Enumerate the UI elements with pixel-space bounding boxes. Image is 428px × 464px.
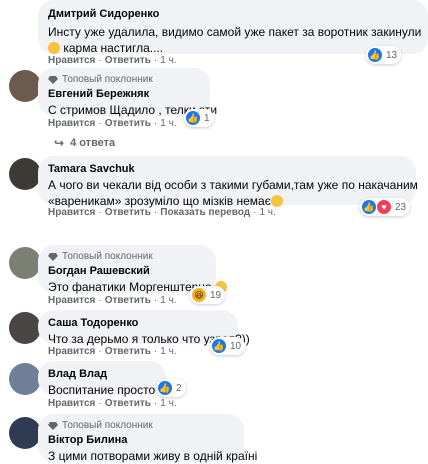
comment-text: З цими потворами живу в одній країні: [48, 449, 258, 463]
comment-bubble: Топовый поклонник Евгений Бережняк С стр…: [38, 68, 218, 117]
gem-icon: [48, 253, 58, 261]
like-button[interactable]: Нравится: [48, 118, 95, 129]
timestamp[interactable]: 1 ч.: [259, 207, 275, 218]
reply-arrow-icon: ↪: [54, 136, 65, 150]
laugh-emoji-icon: [270, 195, 283, 207]
timestamp[interactable]: 1 ч.: [160, 295, 176, 306]
reaction-summary[interactable]: 😆 19: [190, 286, 226, 304]
top-fan-badge: Топовый поклонник: [48, 251, 206, 263]
comment-text: Что за дерьмо я только что узрел?)): [48, 332, 250, 346]
like-button[interactable]: Нравится: [48, 398, 95, 409]
reply-button[interactable]: Ответить: [105, 55, 151, 66]
reply-button[interactable]: Ответить: [105, 295, 151, 306]
gem-icon: [48, 422, 58, 430]
reaction-summary[interactable]: 👍 10: [210, 337, 246, 355]
like-icon: 👍: [158, 381, 172, 395]
reaction-count: 1: [204, 112, 210, 124]
avatar[interactable]: [9, 158, 41, 190]
gem-icon: [48, 76, 58, 84]
reaction-count: 2: [176, 382, 182, 394]
reaction-count: 13: [386, 49, 398, 61]
timestamp[interactable]: 1 ч.: [160, 398, 176, 409]
avatar[interactable]: [9, 70, 41, 102]
reaction-summary[interactable]: 👍 1: [184, 109, 214, 127]
reply-button[interactable]: Ответить: [105, 398, 151, 409]
author-name[interactable]: Богдан Рашевский: [48, 264, 206, 279]
reply-button[interactable]: Ответить: [105, 118, 151, 129]
comment-bubble: Tamara Savchuk А чого ви чекали від особ…: [38, 156, 418, 208]
like-button[interactable]: Нравится: [48, 346, 95, 357]
comment-text: С стримов Щадило , телки эти: [48, 103, 218, 117]
comment-text: Воспитание просто 0: [48, 383, 166, 397]
comment-text: Это фанатики Моргенштерна: [48, 279, 227, 295]
show-translation-button[interactable]: Показать перевод: [160, 207, 250, 218]
avatar[interactable]: [9, 417, 41, 449]
reply-button[interactable]: Ответить: [105, 346, 151, 357]
comment-actions: Нравится · Ответить · Показать перевод · 1 ч.: [48, 207, 276, 218]
comment-actions: Нравится · Ответить · 1 ч.: [48, 118, 177, 129]
author-name[interactable]: Саша Тодоренко: [48, 316, 228, 331]
comment-bubble: Влад Влад Воспитание просто 0: [38, 361, 166, 397]
timestamp[interactable]: 1 ч.: [160, 346, 176, 357]
timestamp[interactable]: 1 ч.: [160, 55, 176, 66]
haha-icon: 😆: [192, 288, 206, 302]
comment-actions: Нравится · Ответить · 1 ч.: [48, 55, 177, 66]
author-name[interactable]: Віктор Билина: [48, 433, 234, 448]
heart-icon: ♥: [377, 200, 391, 214]
reaction-summary[interactable]: 👍 ♥ 23: [360, 198, 411, 216]
author-name[interactable]: Влад Влад: [48, 367, 156, 382]
reaction-count: 23: [395, 201, 407, 213]
reaction-summary[interactable]: 👍 2: [156, 379, 186, 397]
reply-button[interactable]: Ответить: [105, 207, 151, 218]
reaction-count: 10: [230, 340, 242, 352]
like-icon: 👍: [368, 48, 382, 62]
comment-actions: Нравится · Ответить · 1 ч.: [48, 346, 177, 357]
avatar[interactable]: [9, 312, 41, 344]
like-button[interactable]: Нравится: [48, 55, 95, 66]
avatar[interactable]: [9, 363, 41, 395]
reaction-count: 19: [210, 289, 222, 301]
wink-emoji-icon: [48, 42, 60, 54]
comment-actions: Нравится · Ответить · 1 ч.: [48, 398, 177, 409]
avatar[interactable]: [9, 247, 41, 279]
view-replies-link[interactable]: ↪ 4 ответа: [54, 136, 115, 150]
comment-bubble: Саша Тодоренко Что за дерьмо я только чт…: [38, 310, 250, 346]
like-icon: 👍: [212, 339, 226, 353]
comment-bubble: Дмитрий Сидоренко Инсту уже удалила, вид…: [38, 0, 428, 56]
comment-bubble: Топовый поклонник Богдан Рашевский Это ф…: [38, 245, 227, 295]
timestamp[interactable]: 1 ч.: [160, 118, 176, 129]
comment-text: А чого ви чекали від особи з такими губа…: [48, 178, 418, 192]
comment-text-line2: карма настигла....: [48, 40, 418, 56]
comment-text: Инсту уже удалила, видимо самой уже паке…: [48, 25, 422, 39]
reaction-summary[interactable]: 👍 13: [366, 46, 402, 64]
like-button[interactable]: Нравится: [48, 207, 95, 218]
like-icon: 👍: [362, 200, 376, 214]
top-fan-badge: Топовый поклонник: [48, 420, 234, 432]
like-icon: 👍: [186, 111, 200, 125]
top-fan-badge: Топовый поклонник: [48, 74, 200, 86]
author-name[interactable]: Дмитрий Сидоренко: [48, 7, 418, 22]
author-name[interactable]: Tamara Savchuk: [48, 162, 406, 177]
comment-actions: Нравится · Ответить · 1 ч.: [48, 295, 177, 306]
like-button[interactable]: Нравится: [48, 295, 95, 306]
author-name[interactable]: Евгений Бережняк: [48, 87, 200, 102]
comment-bubble: Топовый поклонник Віктор Билина З цими п…: [38, 414, 258, 463]
